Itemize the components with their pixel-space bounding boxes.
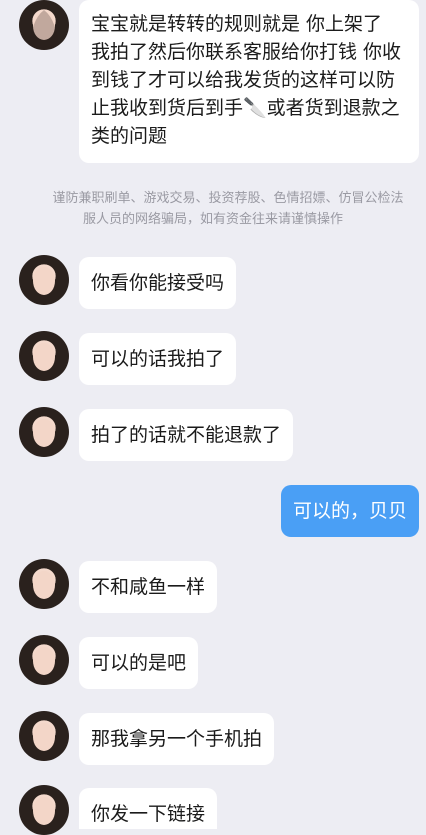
message-bubble-self[interactable]: 可以的，贝贝 bbox=[280, 485, 419, 537]
message-text: 可以的话我拍了 bbox=[91, 348, 225, 370]
message-bubble[interactable]: 拍了的话就不能退款了 bbox=[79, 409, 294, 461]
avatar[interactable] bbox=[19, 0, 69, 50]
message-text: 可以的是吧 bbox=[91, 652, 187, 674]
avatar[interactable] bbox=[19, 785, 69, 835]
notice-line-2: 服人员的网络骗局，如有资金往来请谨慎操作 bbox=[82, 212, 343, 227]
message-bubble[interactable]: 宝宝就是转转的规则就是 你上架了 我拍了然后你联系客服给你打钱 你收到钱了才可以… bbox=[79, 0, 419, 163]
message-bubble[interactable]: 你发一下链接 bbox=[79, 788, 218, 829]
notice-line-1: 谨防兼职刷单、游戏交易、投资荐股、色情招嫖、仿冒公检法 bbox=[52, 191, 404, 206]
message-text: 你发一下链接 bbox=[91, 803, 206, 825]
system-notice: 谨防兼职刷单、游戏交易、投资荐股、色情招嫖、仿冒公检法 服人员的网络骗局，如有资… bbox=[0, 188, 426, 230]
message-text: 宝宝就是转转的规则就是 你上架了 我拍了然后你联系客服给你打钱 你收到钱了才可以… bbox=[91, 13, 402, 147]
message-bubble[interactable]: 你看你能接受吗 bbox=[79, 257, 237, 309]
message-bubble[interactable]: 不和咸鱼一样 bbox=[79, 561, 218, 613]
avatar[interactable] bbox=[19, 559, 69, 609]
avatar[interactable] bbox=[19, 407, 69, 457]
message-text: 可以的，贝贝 bbox=[292, 500, 407, 522]
message-bubble[interactable]: 可以的是吧 bbox=[79, 637, 199, 689]
message-bubble[interactable]: 那我拿另一个手机拍 bbox=[79, 713, 275, 765]
message-text: 不和咸鱼一样 bbox=[91, 576, 206, 598]
message-text: 拍了的话就不能退款了 bbox=[91, 424, 282, 446]
avatar[interactable] bbox=[19, 711, 69, 761]
avatar[interactable] bbox=[19, 635, 69, 685]
avatar[interactable] bbox=[19, 255, 69, 305]
message-text: 那我拿另一个手机拍 bbox=[91, 728, 263, 750]
avatar[interactable] bbox=[19, 331, 69, 381]
message-bubble[interactable]: 可以的话我拍了 bbox=[79, 333, 237, 385]
message-text: 你看你能接受吗 bbox=[91, 272, 225, 294]
